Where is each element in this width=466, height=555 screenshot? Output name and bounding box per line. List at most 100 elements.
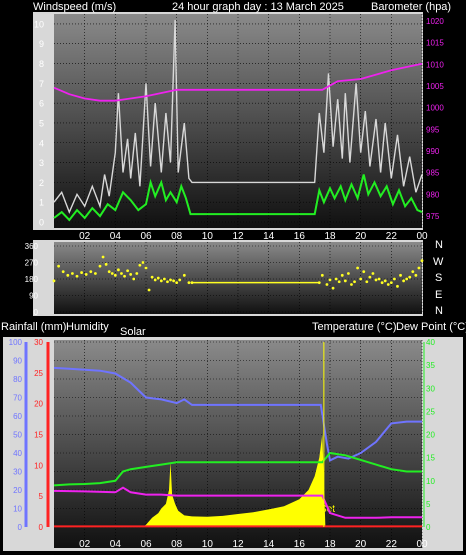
barometer-tick-label: 1000 <box>426 104 444 113</box>
x-tick-label: 08 <box>171 539 183 550</box>
direction-point <box>61 270 65 274</box>
wind-tick-label: 9 <box>39 39 44 49</box>
direction-point <box>396 284 399 288</box>
humidity-tick-label: 100 <box>9 338 23 347</box>
direction-point <box>98 264 102 268</box>
direction-tick-label: 360 <box>25 242 39 251</box>
temperature-tick-label: 30 <box>426 384 435 393</box>
humidity-axis-title: Humidity <box>66 321 109 333</box>
direction-point <box>120 272 123 275</box>
temperature-tick-label: 20 <box>426 431 435 440</box>
direction-point <box>110 272 114 275</box>
barometer-axis-title: Barometer (hpa) <box>371 1 451 13</box>
barometer-tick-label: 975 <box>426 212 440 221</box>
humidity-tick-label: 0 <box>18 523 23 532</box>
direction-point <box>359 277 363 281</box>
direction-point <box>347 272 350 275</box>
direction-point <box>377 277 381 281</box>
solar-label: Solar <box>120 326 146 338</box>
direction-tick-label: 180 <box>25 275 39 284</box>
direction-point <box>334 277 338 281</box>
rainfall-tick-label: 25 <box>34 369 43 378</box>
direction-point <box>132 277 136 281</box>
rainfall-axis-title: Rainfall (mm) <box>1 321 66 333</box>
direction-point <box>117 268 120 272</box>
direction-point <box>52 279 56 283</box>
wind-tick-label: 3 <box>39 158 44 168</box>
barometer-tick-label: 990 <box>426 147 440 156</box>
temperature-tick-label: 5 <box>426 500 431 509</box>
rainfall-tick-label: 15 <box>34 431 43 440</box>
x-tick-label: 06 <box>140 539 152 550</box>
direction-point <box>325 283 329 286</box>
direction-point <box>380 281 384 285</box>
compass-label-s: S <box>435 272 442 284</box>
direction-point <box>135 272 139 275</box>
compass-label-e: E <box>435 289 442 301</box>
direction-point <box>343 279 347 283</box>
direction-point <box>331 286 335 290</box>
compass-label-n-bottom: N <box>435 305 443 317</box>
rainfall-tick-label: 10 <box>34 461 43 470</box>
humidity-tick-label: 20 <box>13 486 22 495</box>
wind-tick-label: 6 <box>39 99 44 109</box>
x-tick-label: 00 <box>416 539 428 550</box>
rainfall-tick-label: 0 <box>39 523 44 532</box>
direction-point <box>123 274 126 278</box>
direction-point <box>414 273 418 277</box>
direction-point <box>156 276 160 280</box>
direction-point <box>178 278 182 282</box>
compass-label-w: W <box>433 256 444 268</box>
compass-label-n-top: N <box>435 239 443 251</box>
temperature-tick-label: 10 <box>426 477 435 486</box>
wind-tick-label: 10 <box>34 19 44 29</box>
direction-point <box>104 262 108 266</box>
direction-point <box>420 259 424 263</box>
barometer-tick-label: 1020 <box>426 17 444 26</box>
x-tick-label: 00 <box>416 231 428 242</box>
wind-tick-label: 1 <box>39 198 44 208</box>
direction-point <box>71 272 74 275</box>
wind-tick-label: 8 <box>39 59 44 69</box>
direction-point <box>126 269 129 273</box>
direction-point <box>84 273 88 276</box>
barometer-tick-label: 1015 <box>426 39 444 48</box>
humidity-tick-label: 70 <box>13 394 22 403</box>
direction-point <box>368 275 372 279</box>
temperature-axis-title: Temperature (°C) <box>312 321 396 333</box>
temperature-tick-label: 35 <box>426 361 435 370</box>
x-tick-label: 20 <box>355 231 367 242</box>
direction-point <box>138 263 142 267</box>
x-tick-label: 10 <box>202 231 214 242</box>
direction-point <box>187 281 191 285</box>
humidity-tick-label: 90 <box>13 357 22 366</box>
direction-point <box>402 279 405 283</box>
direction-point <box>405 277 409 281</box>
wind-tick-label: 0 <box>39 218 44 228</box>
temperature-tick-label: 0 <box>426 523 431 532</box>
wind-tick-label: 7 <box>39 79 44 89</box>
x-tick-label: 14 <box>263 539 275 550</box>
humidity-tick-label: 30 <box>13 468 22 477</box>
direction-point <box>101 255 105 259</box>
humidity-tick-label: 80 <box>13 375 22 384</box>
graph-title: 24 hour graph day : 13 March 2025 <box>172 1 344 13</box>
temperature-tick-label: 15 <box>426 454 435 463</box>
direction-point <box>408 275 412 279</box>
direction-point <box>169 278 172 282</box>
x-tick-label: 02 <box>79 539 91 550</box>
barometer-tick-label: 1010 <box>426 60 444 69</box>
direction-point <box>175 281 179 285</box>
x-tick-label: 08 <box>171 231 183 242</box>
barometer-tick-label: 995 <box>426 125 440 134</box>
weather-graph: Windspeed (m/s) 24 hour graph day : 13 M… <box>1 1 466 551</box>
direction-point <box>66 273 70 277</box>
direction-point <box>386 283 390 286</box>
x-tick-label: 20 <box>355 539 367 550</box>
direction-point <box>383 279 387 283</box>
x-tick-label: 18 <box>324 231 336 242</box>
x-tick-label: 04 <box>110 231 122 242</box>
x-tick-label: 06 <box>140 231 152 242</box>
direction-point <box>147 288 151 292</box>
direction-point <box>350 283 353 286</box>
